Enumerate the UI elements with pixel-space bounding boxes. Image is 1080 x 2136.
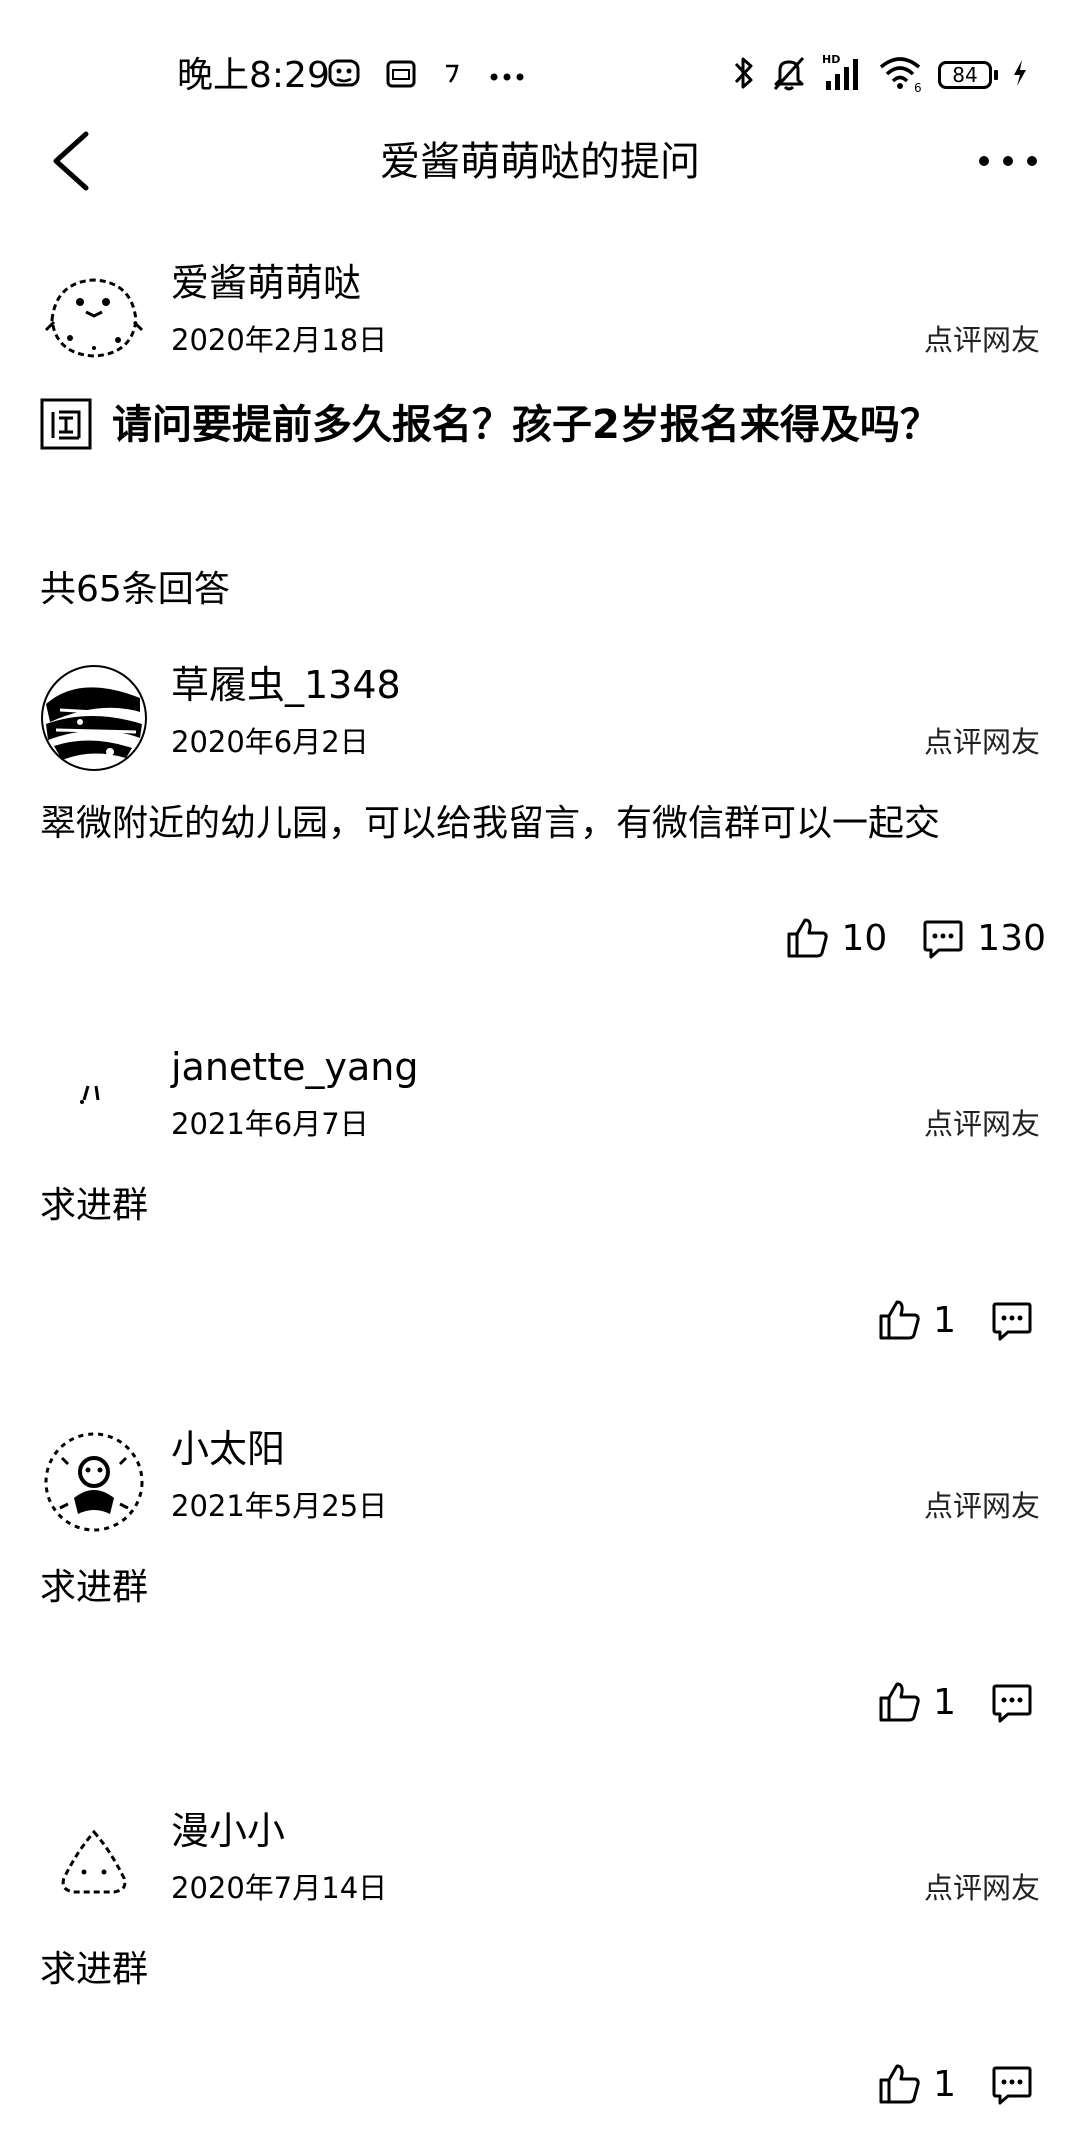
like-count: 10: [841, 917, 888, 959]
answer-user-type: 点评网友: [923, 1107, 1040, 1141]
hook-icon: [441, 58, 465, 94]
thumbs-up-icon: [879, 2064, 920, 2104]
svg-text:6: 6: [914, 81, 922, 93]
answer-actions: 1: [877, 1676, 1046, 1728]
answer-user-avatar[interactable]: [40, 664, 148, 772]
app-notification-icon: [327, 57, 361, 95]
answer-user-name[interactable]: 小太阳: [171, 1424, 285, 1474]
answer-item: 草履虫_1348 2020年6月2日 点评网友 翠微附近的幼儿园，可以给我留言，…: [0, 660, 1080, 990]
more-options-button[interactable]: [976, 144, 1040, 178]
answer-user-name[interactable]: 草履虫_1348: [171, 660, 401, 710]
thumbs-up-icon: [879, 1300, 920, 1340]
battery-icon: 84: [938, 61, 998, 89]
comment-button[interactable]: [990, 2062, 1046, 2106]
status-left-icons: [327, 54, 525, 98]
answer-content: 求进群: [40, 1567, 149, 1608]
more-dots-icon: [489, 67, 525, 86]
question-mark-icon: [40, 398, 92, 450]
answer-actions: 10 130: [785, 912, 1046, 964]
like-button[interactable]: 1: [877, 1298, 956, 1342]
more-horizontal-icon: [979, 156, 1037, 166]
sun-avatar-icon: [42, 1430, 146, 1534]
answer-user-avatar[interactable]: [40, 1810, 148, 1918]
answer-date: 2020年7月14日: [171, 1871, 388, 1905]
like-button[interactable]: 1: [877, 1680, 956, 1724]
answer-date: 2020年6月2日: [171, 725, 369, 759]
answer-user-type: 点评网友: [923, 1489, 1040, 1523]
comment-icon: [992, 1302, 1032, 1341]
status-right-icons: HD 6 84: [732, 50, 1028, 100]
answer-user-avatar[interactable]: [40, 1428, 148, 1536]
answer-count: 共65条回答: [40, 569, 230, 610]
answer-item: 漫小小 2020年7月14日 点评网友 求进群 1: [0, 1806, 1080, 2136]
comment-icon: [992, 1684, 1032, 1723]
like-count: 1: [933, 2063, 956, 2105]
comment-button[interactable]: 130: [921, 916, 1046, 960]
answer-date: 2021年5月25日: [171, 1489, 388, 1523]
comment-button[interactable]: [990, 1680, 1046, 1724]
answer-user-type: 点评网友: [923, 1871, 1040, 1905]
question-user-avatar[interactable]: [40, 258, 148, 366]
answer-actions: 1: [877, 2058, 1046, 2110]
comment-button[interactable]: [990, 1298, 1046, 1342]
battery-level: 84: [952, 63, 978, 87]
comment-count: 130: [977, 917, 1046, 959]
question-user-name[interactable]: 爱酱萌萌哒: [171, 258, 361, 308]
answer-content: 求进群: [40, 1949, 149, 1990]
like-count: 1: [933, 1681, 956, 1723]
blank-avatar-icon: [42, 1048, 146, 1152]
top-navigation-bar: 爱酱萌萌哒的提问: [0, 120, 1080, 202]
answer-user-name[interactable]: 漫小小: [171, 1806, 285, 1856]
answer-item: 小太阳 2021年5月25日 点评网友 求进群 1: [0, 1424, 1080, 1754]
comment-icon: [992, 2066, 1032, 2105]
answer-content: 求进群: [40, 1185, 149, 1226]
thumbs-up-icon: [879, 1682, 920, 1722]
mute-icon: [770, 54, 808, 96]
like-count: 1: [933, 1299, 956, 1341]
charging-icon: [1012, 58, 1028, 92]
question-user-type: 点评网友: [923, 323, 1040, 357]
answer-item: janette_yang 2021年6月7日 点评网友 求进群 1: [0, 1042, 1080, 1372]
answer-user-name[interactable]: janette_yang: [171, 1042, 418, 1092]
question-text: 请问要提前多久报名？孩子2岁报名来得及吗？: [112, 402, 940, 448]
answer-user-avatar[interactable]: [40, 1046, 148, 1154]
answer-actions: 1: [877, 1294, 1046, 1346]
photo-icon: [385, 58, 417, 94]
comment-icon: [923, 920, 963, 959]
answer-content: 翠微附近的幼儿园，可以给我留言，有微信群可以一起交: [40, 803, 941, 844]
svg-text:HD: HD: [822, 53, 840, 66]
status-time: 晚上8:29: [177, 55, 330, 96]
page-title: 爱酱萌萌哒的提问: [380, 139, 700, 185]
rice-ball-avatar-icon: [42, 1812, 146, 1916]
seal-avatar-icon: [42, 260, 146, 364]
question-card: 爱酱萌萌哒 2020年2月18日 点评网友 请问要提前多久报名？孩子2岁报名来得…: [0, 250, 1080, 470]
thumbs-up-icon: [787, 918, 829, 958]
answer-user-type: 点评网友: [923, 725, 1040, 759]
like-button[interactable]: 10: [785, 916, 887, 960]
answer-date: 2021年6月7日: [171, 1107, 369, 1141]
hd-signal-icon: HD: [822, 53, 864, 97]
like-button[interactable]: 1: [877, 2062, 956, 2106]
wifi-icon: 6: [878, 53, 924, 97]
sketch-avatar-icon: [41, 665, 147, 771]
question-date: 2020年2月18日: [171, 323, 388, 357]
bluetooth-icon: [732, 54, 756, 96]
